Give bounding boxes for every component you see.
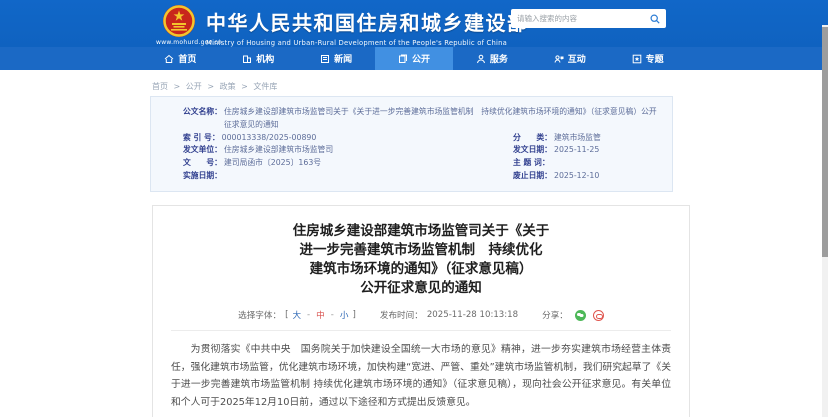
site-subtitle: Ministry of Housing and Urban-Rural Deve… <box>206 39 507 47</box>
star-icon <box>632 54 641 63</box>
meta-value-doc-no: 建司局函市〔2025〕163号 <box>223 158 322 168</box>
meta-value-expiry: 2025-12-10 <box>553 170 600 180</box>
news-icon <box>321 54 330 63</box>
person-icon <box>476 54 485 63</box>
meta-row-index-category: 索 引 号： 000013338/2025-00890 分 类： 建筑市场监管 <box>183 132 658 145</box>
publish-time-value: 2025-11-28 10:13:18 <box>426 310 519 320</box>
home-icon <box>165 54 174 63</box>
meta-row-issuer-date: 发文单位： 住房城乡建设部建筑市场监管司 发文日期： 2025-11-25 <box>183 144 658 157</box>
wechat-share-icon[interactable] <box>574 309 586 321</box>
font-size-bracket: [ <box>285 310 289 320</box>
meta-label-doc-name: 公文名称： <box>183 107 222 116</box>
meta-value-issuer: 住房城乡建设部建筑市场监管司 <box>223 145 334 155</box>
nav-item-label: 公开 <box>412 55 431 65</box>
nav-item-label: 首页 <box>178 55 197 65</box>
nav-item-label: 互动 <box>567 55 586 65</box>
interaction-icon <box>554 54 564 63</box>
breadcrumb-home[interactable]: 首页 <box>152 82 168 91</box>
meta-label-issuer: 发文单位： <box>183 145 222 155</box>
site-header: www.mohurd.gov.cn 中华人民共和国住房和城乡建设部 Minist… <box>0 0 828 47</box>
meta-label-expiry: 废止日期： <box>513 170 552 180</box>
document-paragraph: 为贯彻落实《中共中央 国务院关于加快建设全国统一大市场的意见》精神，进一步夯实建… <box>171 344 671 408</box>
meta-label-category: 分 类： <box>513 132 552 142</box>
font-size-small-button[interactable]: 小 <box>340 309 349 321</box>
font-size-separator: - <box>330 310 334 320</box>
document-title: 住房城乡建设部建筑市场监管司关于《关于 进一步完善建筑市场监管机制 持续优化 建… <box>171 222 671 298</box>
nav-item-disclosure[interactable]: 公开 <box>375 47 453 70</box>
nav-item-label: 专题 <box>645 55 664 65</box>
font-size-medium-button[interactable]: 中 <box>316 309 325 321</box>
font-size-label: 选择字体： <box>238 311 282 321</box>
document-title-line: 建筑市场环境的通知》（征求意见稿） <box>309 261 533 277</box>
nav-item-topics[interactable]: 专题 <box>609 47 687 70</box>
breadcrumb-policy[interactable]: 政策 <box>220 82 236 91</box>
meta-row-doc-name: 公文名称： 住房城乡建设部建筑市场监管司关于《关于进一步完善建筑市场监管机制 持… <box>183 106 658 132</box>
meta-label-issue-date: 发文日期： <box>513 145 552 155</box>
meta-label-index: 索 引 号： <box>183 132 220 142</box>
search-input[interactable] <box>517 14 650 23</box>
national-emblem-icon <box>163 5 195 37</box>
nav-item-home[interactable]: 首页 <box>142 47 220 70</box>
breadcrumb-separator: > <box>173 82 181 91</box>
document-title-line: 公开征求意见的通知 <box>360 280 482 296</box>
document-icon <box>399 54 407 63</box>
national-emblem: www.mohurd.gov.cn <box>156 4 222 46</box>
document-toolbar: 选择字体：[大 - 中 - 小] 发布时间： 2025-11-28 10:13:18 分享… <box>171 309 671 331</box>
breadcrumb-separator: > <box>241 82 248 91</box>
font-size-large-button[interactable]: 大 <box>292 309 301 321</box>
meta-value-category: 建筑市场监管 <box>553 132 601 142</box>
document-body: 为贯彻落实《中共中央 国务院关于加快建设全国统一大市场的意见》精神，进一步夯实建… <box>171 341 671 417</box>
nav-item-label: 新闻 <box>334 55 353 65</box>
meta-row-impl-expiry: 实施日期： 废止日期： 2025-12-10 <box>183 170 658 183</box>
document-title-line: 住房城乡建设部建筑市场监管司关于《关于 <box>292 223 550 239</box>
meta-value-issue-date: 2025-11-25 <box>553 145 600 155</box>
meta-label-doc-no: 文 号： <box>183 158 222 168</box>
meta-label-subject: 主 题 词： <box>513 158 550 168</box>
font-size-separator: - <box>307 310 311 320</box>
search-icon[interactable] <box>650 13 660 24</box>
scrollbar-thumb[interactable] <box>822 27 828 257</box>
nav-item-label: 服务 <box>489 55 508 65</box>
breadcrumb: 首页 > 公开 > 政策 > 文件库 <box>152 81 277 92</box>
nav-item-news[interactable]: 新闻 <box>297 47 375 70</box>
weibo-share-icon[interactable] <box>592 309 604 321</box>
share-label: 分享： <box>542 311 568 321</box>
document-meta-table: 公文名称： 住房城乡建设部建筑市场监管司关于《关于进一步完善建筑市场监管机制 持… <box>150 96 673 192</box>
font-size-bracket: ] <box>352 310 356 320</box>
site-url: www.mohurd.gov.cn <box>156 39 222 46</box>
breadcrumb-library[interactable]: 文件库 <box>253 82 277 91</box>
nav-item-org[interactable]: 机构 <box>219 47 297 70</box>
main-nav: 首页 机构 新闻 公开 服务 互动 专题 <box>0 47 828 70</box>
nav-item-interact[interactable]: 互动 <box>531 47 609 70</box>
building-icon <box>243 55 252 63</box>
breadcrumb-separator: > <box>207 82 215 91</box>
document-content: 住房城乡建设部建筑市场监管司关于《关于 进一步完善建筑市场监管机制 持续优化 建… <box>152 205 690 417</box>
nav-item-service[interactable]: 服务 <box>453 47 531 70</box>
meta-label-impl-date: 实施日期： <box>183 170 222 180</box>
meta-value-doc-name: 住房城乡建设部建筑市场监管司关于《关于进一步完善建筑市场监管机制 持续优化建筑市… <box>223 107 657 129</box>
meta-row-docno-subject: 文 号： 建司局函市〔2025〕163号 主 题 词： <box>183 157 658 170</box>
publish-time-label: 发布时间： <box>379 311 423 321</box>
breadcrumb-disclosure[interactable]: 公开 <box>186 82 202 91</box>
search-box[interactable] <box>511 9 666 28</box>
nav-item-label: 机构 <box>256 55 275 65</box>
site-title: 中华人民共和国住房和城乡建设部 <box>206 11 529 35</box>
document-title-line: 进一步完善建筑市场监管机制 持续优化 <box>299 242 543 258</box>
meta-value-index: 000013338/2025-00890 <box>221 132 317 142</box>
